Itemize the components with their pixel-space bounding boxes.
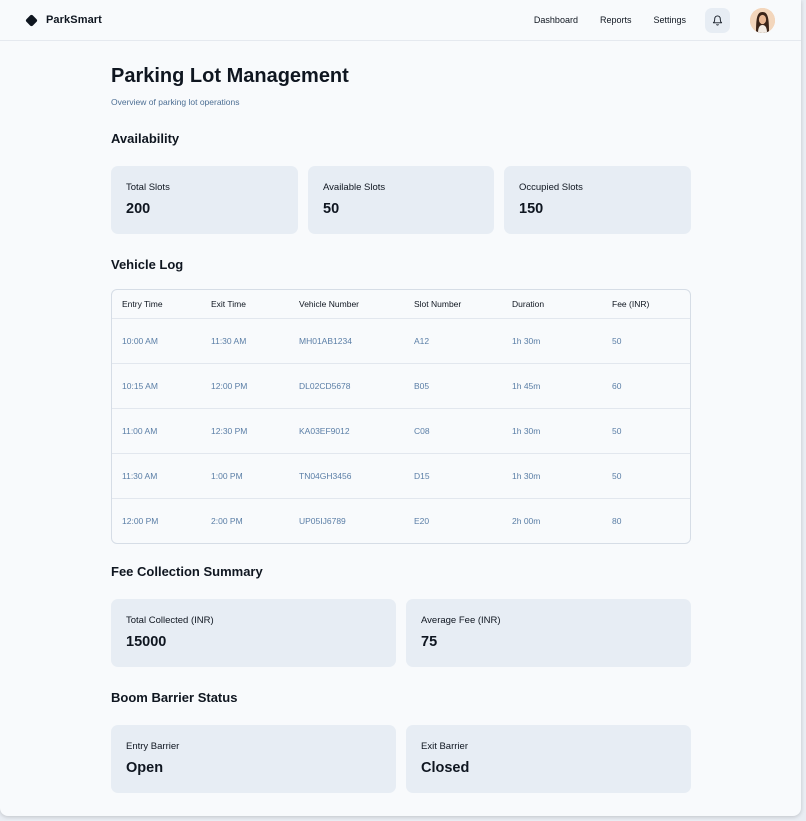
- column-header[interactable]: Vehicle Number: [289, 290, 404, 318]
- entry-time-cell: 10:00 AM: [122, 335, 158, 346]
- entry-time-cell: 12:00 PM: [122, 515, 159, 526]
- duration-cell: 1h 30m: [512, 470, 541, 481]
- exit-time-cell: 2:00 PM: [211, 515, 243, 526]
- brand[interactable]: ParkSmart: [25, 13, 102, 27]
- duration-cell: 1h 30m: [512, 335, 541, 346]
- brand-logo-icon: [25, 13, 38, 27]
- nav-settings-link[interactable]: Settings: [653, 15, 686, 25]
- column-header[interactable]: Duration: [502, 290, 602, 318]
- table-row[interactable]: 12:00 PM 2:00 PM UP05IJ6789 E20 2h 00m 8…: [112, 498, 690, 543]
- page-subtitle: Overview of parking lot operations: [111, 97, 240, 107]
- vehicle-number-cell: TN04GH3456: [299, 470, 352, 481]
- vehicle-number-cell: DL02CD5678: [299, 380, 351, 391]
- top-navigation-bar: ParkSmart Dashboard Reports Settings: [0, 0, 801, 41]
- notifications-button[interactable]: [705, 7, 730, 33]
- card-label: Exit Barrier: [421, 741, 468, 752]
- total-slots-card: Total Slots 200: [111, 166, 298, 234]
- card-value: 15000: [126, 634, 167, 650]
- entry-time-cell: 11:30 AM: [122, 470, 158, 481]
- exit-time-cell: 1:00 PM: [211, 470, 243, 481]
- average-fee-card: Average Fee (INR) 75: [406, 599, 691, 667]
- card-label: Total Collected (INR): [126, 615, 214, 626]
- vehicle-number-cell: UP05IJ6789: [299, 515, 346, 526]
- main-nav: Dashboard Reports Settings: [534, 15, 686, 25]
- slot-number-cell: B05: [414, 380, 430, 391]
- column-header[interactable]: Fee (INR): [602, 290, 690, 318]
- app-window: ParkSmart Dashboard Reports Settings Par…: [0, 0, 801, 816]
- card-value: 75: [421, 634, 438, 650]
- card-value: Open: [126, 760, 164, 776]
- vehicle-log-title: Vehicle Log: [111, 257, 184, 272]
- card-value: 50: [323, 201, 340, 217]
- fee-cell: 50: [612, 470, 622, 481]
- occupied-slots-card: Occupied Slots 150: [504, 166, 691, 234]
- entry-barrier-card: Entry Barrier Open: [111, 725, 396, 793]
- table-header-row: Entry Time Exit Time Vehicle Number Slot…: [112, 290, 690, 318]
- available-slots-card: Available Slots 50: [308, 166, 494, 234]
- card-value: 150: [519, 201, 544, 217]
- table-row[interactable]: 11:00 AM 12:30 PM KA03EF9012 C08 1h 30m …: [112, 408, 690, 453]
- card-label: Average Fee (INR): [421, 615, 501, 626]
- exit-time-cell: 12:00 PM: [211, 380, 248, 391]
- fee-summary-title: Fee Collection Summary: [111, 564, 263, 579]
- card-label: Available Slots: [323, 182, 386, 193]
- nav-reports-link[interactable]: Reports: [600, 15, 632, 25]
- card-value: Closed: [421, 760, 470, 776]
- availability-title: Availability: [111, 131, 180, 146]
- fee-cell: 50: [612, 425, 622, 436]
- bell-icon: [712, 15, 723, 26]
- duration-cell: 1h 45m: [512, 380, 541, 391]
- fee-cell: 50: [612, 335, 622, 346]
- table-row[interactable]: 10:00 AM 11:30 AM MH01AB1234 A12 1h 30m …: [112, 318, 690, 363]
- vehicle-number-cell: MH01AB1234: [299, 335, 352, 346]
- column-header[interactable]: Exit Time: [201, 290, 289, 318]
- slot-number-cell: E20: [414, 515, 430, 526]
- card-label: Occupied Slots: [519, 182, 583, 193]
- barrier-status-title: Boom Barrier Status: [111, 690, 238, 705]
- card-value: 200: [126, 201, 151, 217]
- entry-time-cell: 10:15 AM: [122, 380, 158, 391]
- fee-cell: 60: [612, 380, 622, 391]
- exit-time-cell: 11:30 AM: [211, 335, 247, 346]
- column-header[interactable]: Entry Time: [112, 290, 201, 318]
- vehicle-log-table: Entry Time Exit Time Vehicle Number Slot…: [111, 289, 691, 544]
- duration-cell: 2h 00m: [512, 515, 541, 526]
- fee-cell: 80: [612, 515, 622, 526]
- slot-number-cell: C08: [414, 425, 430, 436]
- card-label: Entry Barrier: [126, 741, 180, 752]
- slot-number-cell: D15: [414, 470, 430, 481]
- table-row[interactable]: 10:15 AM 12:00 PM DL02CD5678 B05 1h 45m …: [112, 363, 690, 408]
- entry-time-cell: 11:00 AM: [122, 425, 158, 436]
- vehicle-number-cell: KA03EF9012: [299, 425, 350, 436]
- duration-cell: 1h 30m: [512, 425, 541, 436]
- column-header[interactable]: Slot Number: [404, 290, 502, 318]
- user-avatar[interactable]: [750, 7, 775, 33]
- page-title: Parking Lot Management: [111, 65, 349, 87]
- nav-dashboard-link[interactable]: Dashboard: [534, 15, 578, 25]
- exit-barrier-card: Exit Barrier Closed: [406, 725, 691, 793]
- brand-name: ParkSmart: [46, 14, 102, 26]
- avatar-portrait-icon: [750, 7, 775, 33]
- total-collected-card: Total Collected (INR) 15000: [111, 599, 396, 667]
- slot-number-cell: A12: [414, 335, 430, 346]
- exit-time-cell: 12:30 PM: [211, 425, 248, 436]
- table-row[interactable]: 11:30 AM 1:00 PM TN04GH3456 D15 1h 30m 5…: [112, 453, 690, 498]
- card-label: Total Slots: [126, 182, 170, 193]
